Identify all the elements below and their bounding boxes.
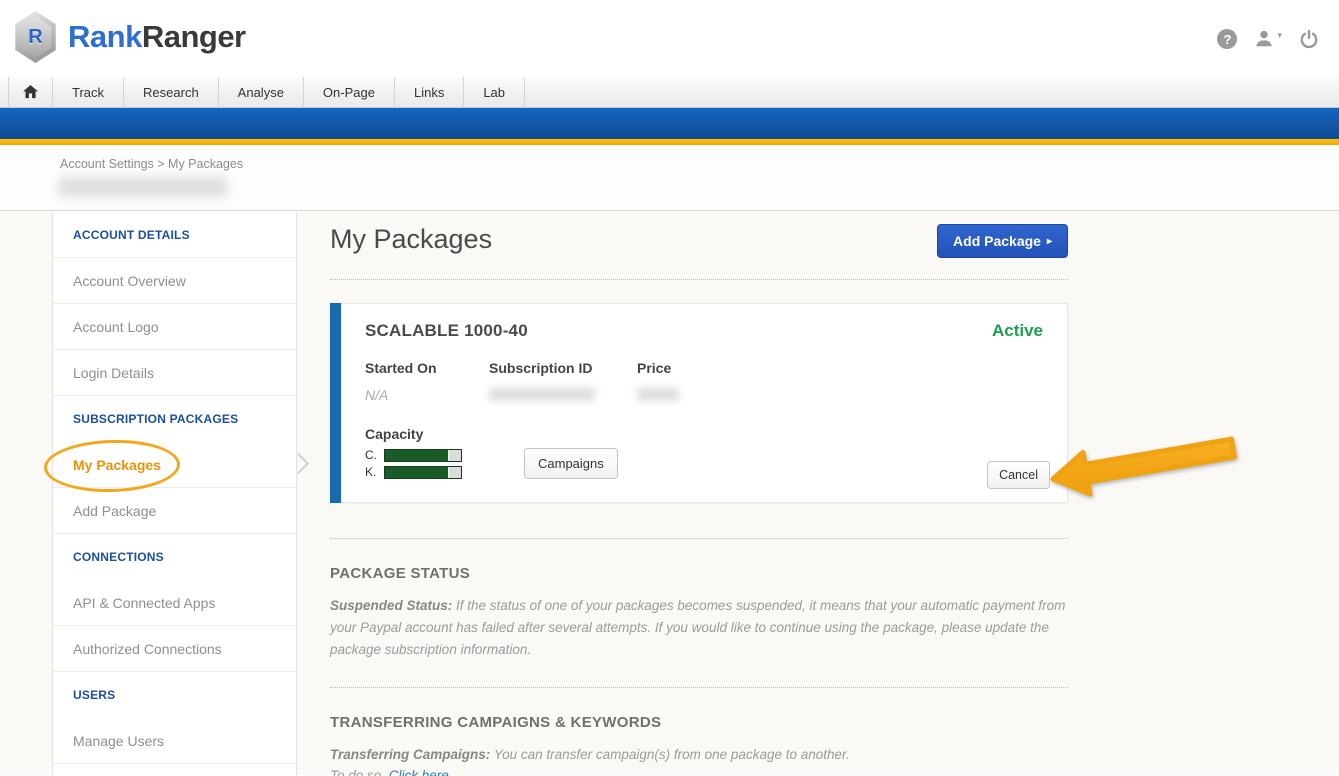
transferring-text: Transferring Campaigns: You can transfer… <box>330 744 1068 776</box>
campaigns-capacity-bar <box>384 449 462 462</box>
brand-name: RankRanger <box>68 19 246 55</box>
campaigns-capacity-key: C. <box>365 448 380 462</box>
campaigns-button[interactable]: Campaigns <box>524 448 618 479</box>
capacity-bars: C. K. <box>365 448 462 479</box>
keywords-capacity-key: K. <box>365 465 380 479</box>
price-label: Price <box>637 360 679 376</box>
tab-lab[interactable]: Lab <box>464 77 525 107</box>
transferring-heading: TRANSFERRING CAMPAIGNS & KEYWORDS <box>330 714 1068 731</box>
package-status-text: Suspended Status: If the status of one o… <box>330 595 1068 661</box>
package-name: SCALABLE 1000-40 <box>365 321 528 341</box>
user-icon <box>1254 29 1274 49</box>
tab-links[interactable]: Links <box>395 77 464 107</box>
sidebar-item-manage-users[interactable]: Manage Users <box>53 718 296 764</box>
tab-on-page[interactable]: On-Page <box>304 77 395 107</box>
sidebar-item-add-package[interactable]: Add Package <box>53 488 296 534</box>
user-menu[interactable]: ▾ <box>1254 29 1282 49</box>
started-on-label: Started On <box>365 360 489 376</box>
started-on-value: N/A <box>365 387 489 403</box>
sidebar-item-authorized-connections[interactable]: Authorized Connections <box>53 626 296 672</box>
status-badge: Active <box>992 321 1043 341</box>
dotted-divider <box>330 687 1068 688</box>
main-panel: My Packages Add Package ▸ SCALABLE 1000-… <box>330 224 1068 776</box>
package-card-accent <box>330 303 341 503</box>
sidebar-item-account-logo[interactable]: Account Logo <box>53 304 296 350</box>
content-area: ACCOUNT DETAILS Account Overview Account… <box>0 211 1339 775</box>
sidebar-heading-account-details: ACCOUNT DETAILS <box>53 212 296 258</box>
page-title: My Packages <box>330 224 492 255</box>
sidebar-item-my-packages[interactable]: My Packages <box>53 442 296 488</box>
breadcrumb: Account Settings > My Packages <box>60 157 243 171</box>
tab-analyse[interactable]: Analyse <box>219 77 304 107</box>
breadcrumb-band: Account Settings > My Packages <box>0 145 1339 211</box>
sidebar-item-login-details[interactable]: Login Details <box>53 350 296 396</box>
home-icon <box>23 85 38 99</box>
subscription-id-redacted <box>489 388 595 401</box>
rankranger-logo[interactable]: R RankRanger <box>12 11 246 63</box>
blue-banner <box>0 108 1339 139</box>
header-icons: ? ▾ <box>1217 29 1319 49</box>
help-icon[interactable]: ? <box>1217 29 1237 49</box>
tab-home[interactable] <box>8 77 53 107</box>
click-here-link[interactable]: Click here <box>389 768 449 776</box>
keywords-capacity-bar <box>384 466 462 479</box>
sidebar-heading-users: USERS <box>53 672 296 718</box>
dotted-divider <box>330 279 1068 280</box>
sidebar-item-account-overview[interactable]: Account Overview <box>53 258 296 304</box>
power-icon[interactable] <box>1299 29 1319 49</box>
page: R RankRanger ? ▾ <box>0 0 1339 776</box>
top-header: R RankRanger ? ▾ <box>0 0 1339 77</box>
tab-research[interactable]: Research <box>124 77 219 107</box>
package-card: SCALABLE 1000-40 Active Started On N/A S… <box>330 303 1068 503</box>
settings-sidebar: ACCOUNT DETAILS Account Overview Account… <box>52 212 297 775</box>
account-name-redacted <box>58 177 228 197</box>
sidebar-heading-subscription-packages: SUBSCRIPTION PACKAGES <box>53 396 296 442</box>
sidebar-item-api-connected-apps[interactable]: API & Connected Apps <box>53 580 296 626</box>
capacity-label: Capacity <box>365 426 1043 442</box>
cancel-button[interactable]: Cancel <box>987 461 1050 489</box>
package-status-heading: PACKAGE STATUS <box>330 565 1068 582</box>
tab-track[interactable]: Track <box>53 77 124 107</box>
price-redacted <box>637 388 679 401</box>
chevron-down-icon: ▾ <box>1277 30 1282 41</box>
subscription-id-label: Subscription ID <box>489 360 637 376</box>
dotted-divider <box>330 538 1068 539</box>
sidebar-heading-connections: CONNECTIONS <box>53 534 296 580</box>
logo-gem-icon: R <box>12 11 59 63</box>
caret-right-icon: ▸ <box>1047 236 1052 247</box>
arrow-annotation-icon <box>1040 431 1250 503</box>
add-package-button[interactable]: Add Package ▸ <box>937 224 1068 258</box>
main-nav: Track Research Analyse On-Page Links Lab <box>0 77 1339 108</box>
logo-letter: R <box>28 26 42 49</box>
